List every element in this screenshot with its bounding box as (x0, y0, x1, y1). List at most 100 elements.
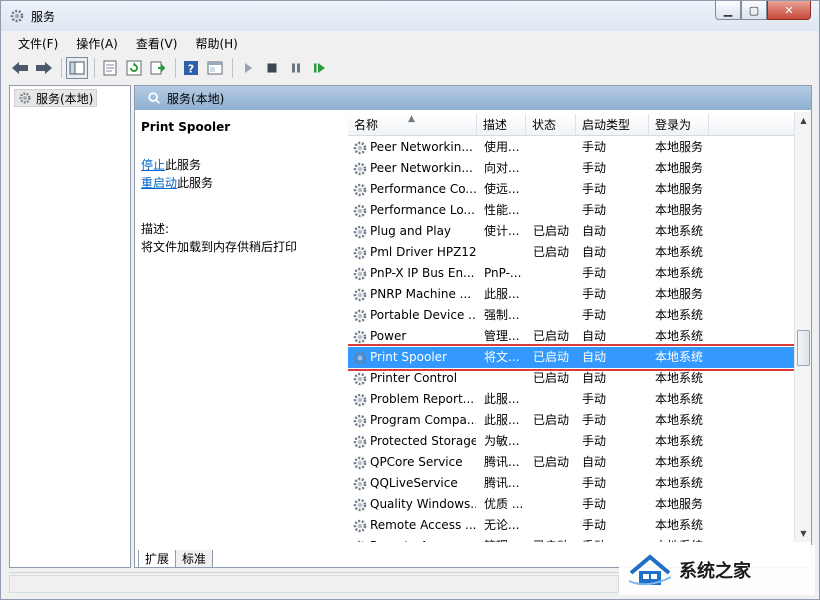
service-description-cell: 性能... (484, 203, 520, 217)
service-description-cell: 无论... (484, 518, 520, 532)
service-row[interactable]: Problem Report... 此服... 手动 本地系统 (348, 389, 800, 410)
service-row[interactable]: Program Compa... 此服... 已启动 手动 本地系统 (348, 410, 800, 431)
restart-service-link[interactable]: 重启动 (141, 176, 177, 190)
scroll-down-icon[interactable]: ▼ (795, 525, 812, 542)
service-startup-type: 自动 (582, 455, 607, 469)
service-row[interactable]: Plug and Play 使计... 已启动 自动 本地系统 (348, 221, 800, 242)
service-row[interactable]: Quality Windows... 优质 ... 手动 本地服务 (348, 494, 800, 515)
pause-service-button[interactable] (285, 57, 307, 79)
minimize-button[interactable]: ▁ (715, 1, 741, 20)
stop-service-button[interactable] (261, 57, 283, 79)
service-row[interactable]: QQLiveService 腾讯... 手动 本地系统 (348, 473, 800, 494)
service-description-cell: 腾讯... (484, 455, 520, 469)
services-list: 名称 ▲ 描述 状态 启动类型 登录为 Peer Networkin... 使用.… (348, 112, 811, 542)
maximize-button[interactable]: ▢ (741, 1, 767, 20)
start-service-button[interactable] (237, 57, 259, 79)
service-gear-icon (352, 224, 368, 240)
column-header-status[interactable]: 状态 (526, 114, 576, 136)
restart-service-button[interactable] (309, 57, 331, 79)
service-row[interactable]: Performance Co... 使远... 手动 本地服务 (348, 179, 800, 200)
menu-file[interactable]: 文件(F) (9, 33, 67, 53)
service-status: 已启动 (533, 371, 570, 385)
scroll-up-icon[interactable]: ▲ (795, 112, 812, 129)
service-row[interactable]: Peer Networkin... 向对... 手动 本地服务 (348, 158, 800, 179)
service-gear-icon (352, 287, 368, 303)
watermark-text: 系统之家 (679, 561, 751, 582)
tab-extended[interactable]: 扩展 (138, 550, 177, 568)
service-startup-type: 手动 (582, 161, 607, 175)
service-startup-type: 自动 (582, 350, 607, 364)
help-button[interactable]: ? (180, 57, 202, 79)
service-logon-as: 本地服务 (655, 497, 704, 511)
stop-service-icon (267, 63, 277, 73)
service-name: Portable Device ... (370, 308, 476, 322)
title-bar[interactable]: 服务 ▁ ▢ ✕ (1, 1, 819, 31)
service-startup-type: 手动 (582, 392, 607, 406)
service-gear-icon (352, 455, 368, 471)
column-header-description[interactable]: 描述 (477, 114, 526, 136)
vertical-scrollbar[interactable]: ▲ ▼ (794, 112, 811, 542)
service-status (533, 284, 577, 305)
service-status (533, 473, 577, 494)
service-gear-icon (352, 161, 368, 177)
toolbar-separator (94, 58, 95, 78)
service-row[interactable]: Power 管理... 已启动 自动 本地系统 (348, 326, 800, 347)
service-row[interactable]: Remote Access ... 管理... 已启动手动 本地系统 (348, 536, 800, 542)
service-row-selected[interactable]: Print Spooler 将文... 已启动 自动 本地系统 (348, 344, 803, 371)
service-logon-as: 本地系统 (655, 413, 704, 427)
properties-button[interactable] (99, 57, 121, 79)
column-header-name[interactable]: 名称 ▲ (348, 114, 477, 136)
service-startup-type: 手动 (582, 434, 607, 448)
service-row[interactable]: Peer Networkin... 使用... 手动 本地服务 (348, 137, 800, 158)
sort-ascending-icon: ▲ (408, 114, 415, 124)
menu-view[interactable]: 查看(V) (127, 33, 187, 53)
service-logon-as: 本地系统 (655, 536, 725, 542)
export-button[interactable] (147, 57, 169, 79)
column-header-logon-as[interactable]: 登录为 (649, 114, 709, 136)
service-name: Print Spooler (370, 350, 447, 364)
service-logon-as: 本地服务 (655, 287, 704, 301)
service-row[interactable]: Portable Device ... 强制... 手动 本地系统 (348, 305, 800, 326)
menu-help[interactable]: 帮助(H) (186, 33, 246, 53)
refresh-button[interactable] (123, 57, 145, 79)
close-button[interactable]: ✕ (767, 1, 811, 20)
show-tree-button[interactable] (66, 57, 88, 79)
status-cell (9, 575, 619, 593)
service-name: Protected Storage (370, 434, 476, 448)
service-logon-as: 本地服务 (655, 203, 704, 217)
tree-item-services-local[interactable]: 服务(本地) (14, 89, 98, 107)
service-status: 已启动 (533, 224, 570, 238)
service-startup-type: 自动 (582, 245, 607, 259)
service-row[interactable]: Pml Driver HPZ12 已启动 自动 本地系统 (348, 242, 800, 263)
restart-service-suffix: 此服务 (177, 176, 214, 190)
menu-action[interactable]: 操作(A) (67, 33, 127, 53)
tab-standard[interactable]: 标准 (175, 550, 214, 568)
stop-service-link[interactable]: 停止 (141, 158, 165, 172)
service-logon-as: 本地系统 (655, 455, 704, 469)
column-header-startup-type[interactable]: 启动类型 (576, 114, 649, 136)
service-gear-icon (352, 350, 368, 366)
details-pane: 服务(本地) Print Spooler 停止此服务 重启动此服务 描述: 将文… (134, 85, 812, 568)
service-row[interactable]: Printer Control 已启动 自动 本地系统 (348, 368, 800, 389)
service-startup-type: 手动 (582, 182, 607, 196)
scroll-thumb[interactable] (797, 330, 810, 366)
service-row[interactable]: Remote Access ... 无论... 手动 本地系统 (348, 515, 800, 536)
service-row[interactable]: PNRP Machine ... 此服... 手动 本地服务 (348, 284, 800, 305)
service-gear-icon (352, 392, 368, 408)
forward-button[interactable] (33, 57, 55, 79)
service-gear-icon (352, 245, 368, 261)
service-row[interactable]: PnP-X IP Bus En... PnP-... 手动 本地系统 (348, 263, 800, 284)
console-button[interactable] (204, 57, 226, 79)
back-button[interactable] (9, 57, 31, 79)
service-gear-icon (352, 497, 368, 513)
service-row[interactable]: Protected Storage 为敏... 手动 本地系统 (348, 431, 800, 452)
service-logon-as: 本地服务 (655, 140, 704, 154)
service-logon-as: 本地系统 (655, 266, 704, 280)
service-logon-as: 本地系统 (655, 476, 704, 490)
service-row[interactable]: Performance Lo... 性能... 手动 本地服务 (348, 200, 800, 221)
show-tree-icon (69, 61, 85, 75)
description-label: 描述: (141, 222, 170, 236)
service-row[interactable]: QPCore Service 腾讯... 已启动 自动 本地系统 (348, 452, 800, 473)
site-watermark: 系统之家 (619, 545, 815, 595)
service-startup-type: 手动 (582, 308, 607, 322)
